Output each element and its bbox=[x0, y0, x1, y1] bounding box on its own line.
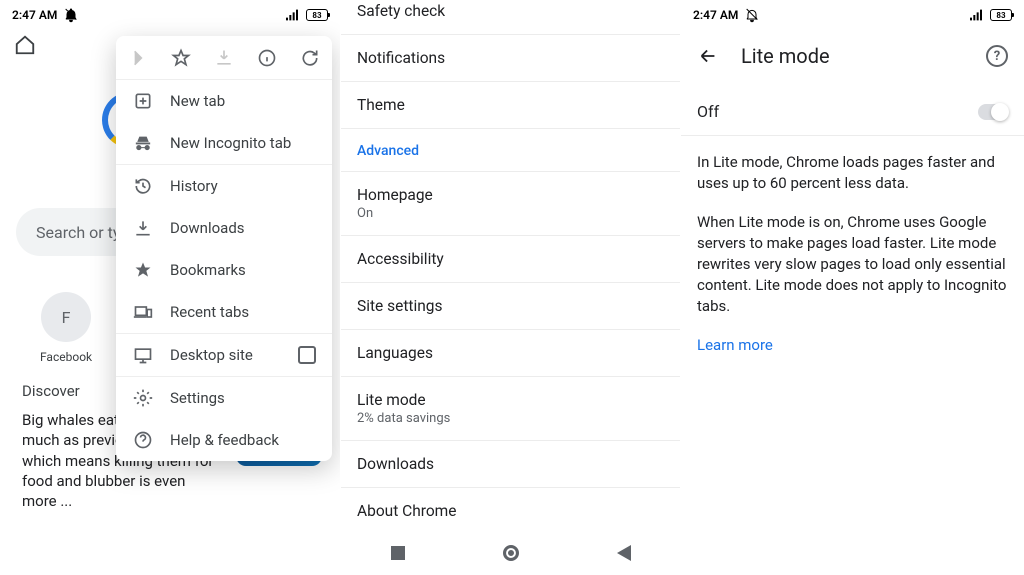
checkbox-unchecked-icon[interactable] bbox=[298, 346, 316, 364]
incognito-icon bbox=[132, 132, 154, 154]
status-time: 2:47 AM bbox=[12, 8, 57, 22]
star-filled-icon bbox=[132, 259, 154, 281]
devices-icon bbox=[132, 301, 154, 323]
signal-icon bbox=[968, 7, 984, 23]
status-bar: 2:47 AM 83 bbox=[681, 0, 1024, 30]
lite-mode-description: In Lite mode, Chrome loads pages faster … bbox=[681, 136, 1024, 372]
settings-accessibility[interactable]: Accessibility bbox=[341, 236, 680, 283]
panel-chrome-newtab: 2:47 AM 83 Search or type F Facebook L L bbox=[0, 0, 340, 575]
menu-label: Help & feedback bbox=[170, 431, 279, 449]
lite-mode-header: Lite mode ? bbox=[681, 30, 1024, 82]
dnd-icon bbox=[744, 7, 760, 23]
help-icon bbox=[132, 429, 154, 451]
menu-label: History bbox=[170, 177, 218, 195]
settings-notifications[interactable]: Notifications bbox=[341, 35, 680, 82]
shortcut-facebook[interactable]: F Facebook bbox=[40, 292, 92, 364]
status-bar: 2:47 AM 83 bbox=[0, 0, 340, 30]
settings-safety-check[interactable]: Safety check bbox=[341, 0, 680, 35]
refresh-icon[interactable] bbox=[299, 47, 321, 69]
android-navbar bbox=[341, 531, 680, 575]
menu-label: New tab bbox=[170, 92, 225, 110]
dnd-icon bbox=[63, 7, 79, 23]
info-icon[interactable] bbox=[256, 47, 278, 69]
description-para-1: In Lite mode, Chrome loads pages faster … bbox=[697, 152, 1008, 194]
nav-recents-icon[interactable] bbox=[389, 544, 407, 562]
settings-homepage[interactable]: Homepage On bbox=[341, 172, 680, 236]
lite-mode-toggle-row[interactable]: Off bbox=[681, 88, 1024, 136]
menu-top-actions bbox=[116, 36, 332, 80]
battery-icon: 83 bbox=[306, 9, 328, 21]
plus-square-icon bbox=[132, 90, 154, 112]
help-icon[interactable]: ? bbox=[986, 45, 1008, 67]
back-arrow-icon[interactable] bbox=[697, 45, 719, 67]
settings-site-settings[interactable]: Site settings bbox=[341, 283, 680, 330]
panel-lite-mode: 2:47 AM 83 Lite mode ? Off In Lite mode,… bbox=[680, 0, 1024, 575]
toggle-switch-off[interactable] bbox=[978, 104, 1008, 120]
settings-languages[interactable]: Languages bbox=[341, 330, 680, 377]
menu-label: Bookmarks bbox=[170, 261, 246, 279]
status-time: 2:47 AM bbox=[693, 8, 738, 22]
description-para-2: When Lite mode is on, Chrome uses Google… bbox=[697, 212, 1008, 317]
settings-theme[interactable]: Theme bbox=[341, 82, 680, 129]
menu-incognito[interactable]: New Incognito tab bbox=[116, 122, 332, 164]
nav-back-icon[interactable] bbox=[615, 544, 633, 562]
menu-downloads[interactable]: Downloads bbox=[116, 207, 332, 249]
download-arrow-icon bbox=[132, 217, 154, 239]
download-icon[interactable] bbox=[213, 47, 235, 69]
battery-icon: 83 bbox=[990, 9, 1012, 21]
settings-downloads[interactable]: Downloads bbox=[341, 441, 680, 488]
menu-settings[interactable]: Settings bbox=[116, 377, 332, 419]
shortcut-avatar: F bbox=[41, 292, 91, 342]
history-icon bbox=[132, 175, 154, 197]
forward-icon[interactable] bbox=[127, 47, 149, 69]
monitor-icon bbox=[132, 344, 154, 366]
menu-bookmarks[interactable]: Bookmarks bbox=[116, 249, 332, 291]
menu-label: Recent tabs bbox=[170, 303, 249, 321]
settings-lite-mode[interactable]: Lite mode 2% data savings bbox=[341, 377, 680, 441]
menu-history[interactable]: History bbox=[116, 165, 332, 207]
menu-help[interactable]: Help & feedback bbox=[116, 419, 332, 461]
menu-label: Desktop site bbox=[170, 346, 253, 364]
menu-recent-tabs[interactable]: Recent tabs bbox=[116, 291, 332, 333]
shortcut-label: Facebook bbox=[40, 350, 92, 364]
menu-label: Settings bbox=[170, 389, 225, 407]
menu-label: Downloads bbox=[170, 219, 245, 237]
toggle-label: Off bbox=[697, 102, 719, 121]
star-icon[interactable] bbox=[170, 47, 192, 69]
menu-label: New Incognito tab bbox=[170, 134, 291, 152]
signal-icon bbox=[284, 7, 300, 23]
menu-new-tab[interactable]: New tab bbox=[116, 80, 332, 122]
panel-settings-list: Safety check Notifications Theme Advance… bbox=[340, 0, 680, 575]
settings-advanced-header: Advanced bbox=[341, 129, 680, 172]
overflow-menu: New tab New Incognito tab History Downlo… bbox=[116, 36, 332, 461]
menu-desktop-site[interactable]: Desktop site bbox=[116, 334, 332, 376]
page-title: Lite mode bbox=[741, 44, 964, 68]
gear-icon bbox=[132, 387, 154, 409]
home-icon[interactable] bbox=[14, 34, 36, 56]
settings-about-chrome[interactable]: About Chrome bbox=[341, 488, 680, 534]
nav-home-icon[interactable] bbox=[502, 544, 520, 562]
learn-more-link[interactable]: Learn more bbox=[697, 336, 773, 354]
